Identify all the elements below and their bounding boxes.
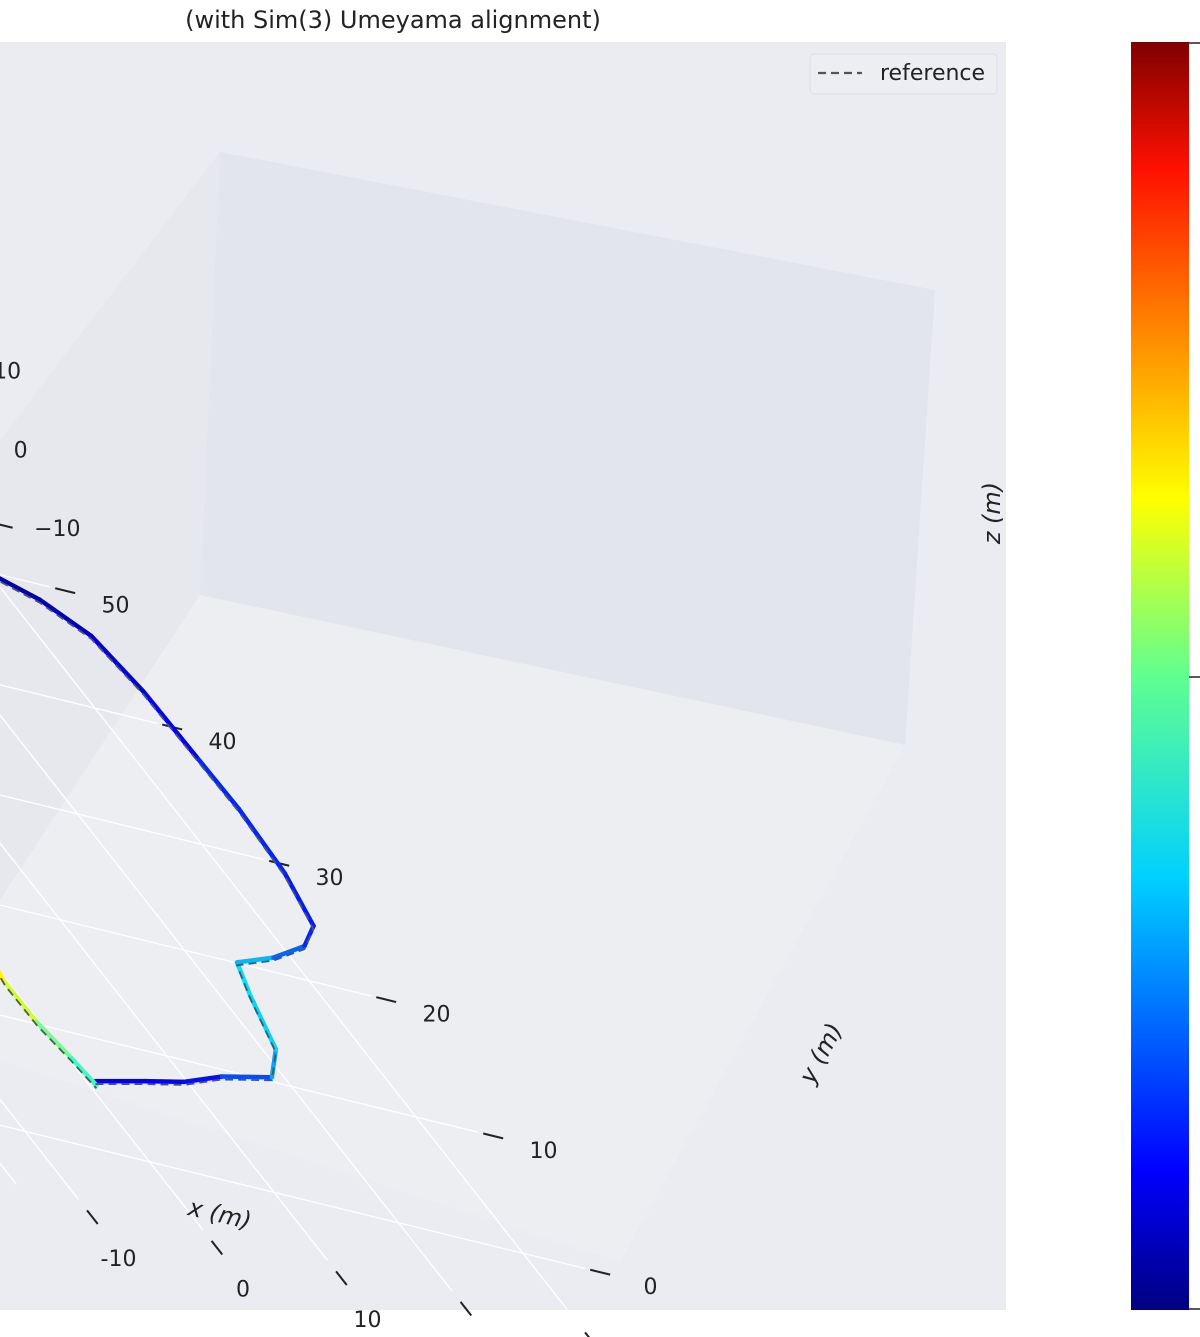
estimate-trajectory-segment (219, 1074, 275, 1080)
x-tick-mark (584, 1331, 590, 1337)
x-tick-label: 0 (236, 1278, 250, 1303)
legend: reference (809, 53, 998, 95)
y-tick-label: 40 (209, 730, 237, 755)
colorbar (1131, 42, 1200, 1310)
y-tick-label: 20 (423, 1003, 451, 1028)
z-tick-label: 0 (14, 438, 28, 463)
y-tick-label: 50 (102, 594, 130, 619)
z-tick-label: 20 (0, 281, 1, 306)
trajectory-plot-figure: -10010203001020304050−10010203040 (with … (0, 6, 1200, 1337)
x-tick-label: 10 (354, 1308, 382, 1333)
x-tick-label: -10 (101, 1247, 137, 1272)
estimate-trajectory-segment (142, 1078, 187, 1085)
y-tick-label: 30 (316, 866, 344, 891)
chart-title: (with Sim(3) Umeyama alignment) (185, 6, 601, 34)
legend-reference-label: reference (880, 61, 985, 86)
y-tick-label: 0 (644, 1275, 658, 1300)
z-tick-label: 10 (0, 359, 21, 384)
z-axis-title: z (m) (978, 482, 1006, 545)
colorbar-gradient (1131, 42, 1189, 1310)
z-tick-label: −10 (34, 517, 80, 542)
y-tick-label: 10 (530, 1139, 558, 1164)
